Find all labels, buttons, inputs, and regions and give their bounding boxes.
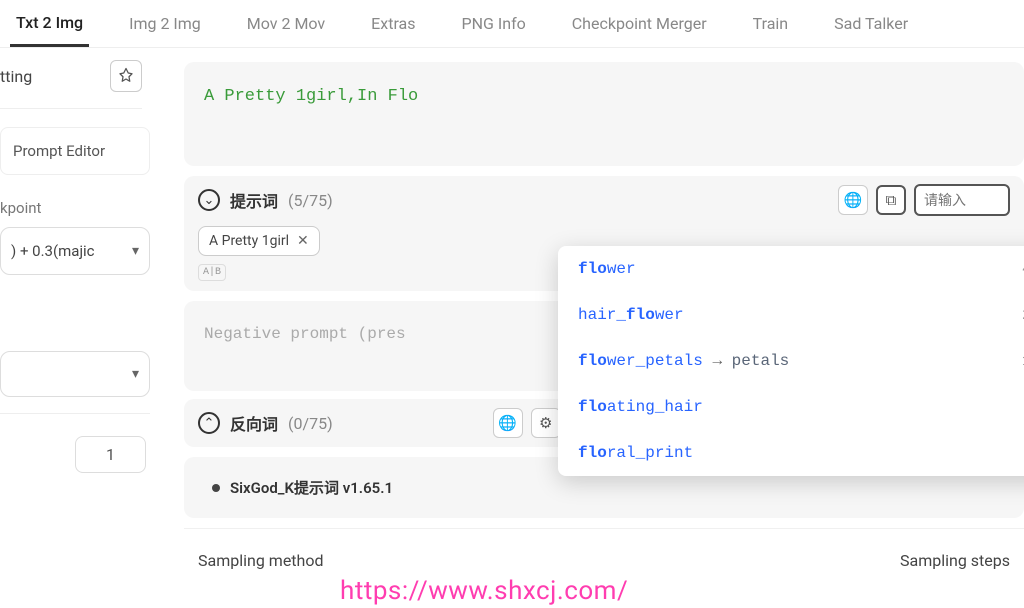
copy-icon[interactable]: ⧉ [876, 185, 906, 215]
sidebar-collapse-select[interactable]: ▾ [0, 351, 150, 397]
prompt-section-label: 提示词 [230, 188, 278, 212]
keyword-input-1[interactable] [914, 184, 1010, 216]
sidebar-setting-label: tting [0, 67, 32, 86]
checkpoint-label: kpoint [0, 199, 150, 217]
tab-txt2img[interactable]: Txt 2 Img [10, 1, 89, 47]
autocomplete-item-2[interactable]: flower_petals → petals 108K [558, 338, 1024, 384]
chip-label: A Pretty 1girl [209, 233, 289, 249]
main-panel: A Pretty 1girl,In Flo ⌄ 提示词 (5/75) 🌐 ⧉ A… [150, 48, 1024, 608]
chevron-down-icon: ▾ [132, 366, 139, 382]
extension-title: SixGod_K提示词 v1.65.1 [230, 477, 393, 498]
chevron-down-icon: ▾ [132, 243, 139, 259]
checkpoint-value: ) + 0.3(majic [11, 242, 95, 260]
autocomplete-item-3[interactable]: floating_hair 93K [558, 384, 1024, 430]
prompt-editor-card[interactable]: Prompt Editor [0, 127, 150, 175]
tab-mov2mov[interactable]: Mov 2 Mov [241, 2, 331, 45]
negative-placeholder: Negative prompt (pres [204, 325, 406, 343]
tab-img2img[interactable]: Img 2 Img [123, 2, 207, 45]
tab-sadtalker[interactable]: Sad Talker [828, 2, 914, 45]
globe-icon[interactable]: 🌐 [838, 185, 868, 215]
autocomplete-item-0[interactable]: flower 491K [558, 246, 1024, 292]
autocomplete-item-4[interactable]: floral_print 70K [558, 430, 1024, 476]
tab-extras[interactable]: Extras [365, 2, 421, 45]
prompt-textarea[interactable]: A Pretty 1girl,In Flo [184, 62, 1024, 166]
pin-icon [117, 67, 135, 85]
prompt-count: (5/75) [288, 191, 333, 210]
sampling-row: Sampling method Sampling steps [184, 528, 1024, 570]
bullet-icon [212, 484, 220, 492]
tab-pnginfo[interactable]: PNG Info [456, 2, 532, 45]
watermark-text: https://www.shxcj.com/ [340, 576, 628, 606]
checkpoint-select[interactable]: ) + 0.3(majic ▾ [0, 227, 150, 275]
chip-remove-icon[interactable]: ✕ [297, 233, 309, 249]
autocomplete-item-1[interactable]: hair_flower 220K [558, 292, 1024, 338]
kbd-hint: A|B [198, 264, 226, 281]
tab-train[interactable]: Train [747, 2, 795, 45]
pin-button[interactable] [110, 60, 142, 92]
gear-icon[interactable]: ⚙ [531, 408, 561, 438]
sidebar: tting Prompt Editor kpoint ) + 0.3(majic… [0, 48, 150, 608]
sampling-method-label: Sampling method [198, 551, 324, 570]
sampling-steps-label: Sampling steps [900, 551, 1010, 570]
main-tabs: Txt 2 Img Img 2 Img Mov 2 Mov Extras PNG… [0, 0, 1024, 48]
negative-count: (0/75) [288, 414, 333, 433]
collapse-toggle[interactable]: ⌃ [198, 412, 220, 434]
collapse-toggle[interactable]: ⌄ [198, 189, 220, 211]
negative-section-label: 反向词 [230, 411, 278, 435]
prompt-text: A Pretty 1girl,In Flo [204, 87, 418, 106]
tab-checkpoint-merger[interactable]: Checkpoint Merger [566, 2, 713, 45]
globe-icon[interactable]: 🌐 [493, 408, 523, 438]
batch-count-button[interactable]: 1 [75, 436, 146, 473]
prompt-chip-1[interactable]: A Pretty 1girl ✕ [198, 226, 320, 256]
sidebar-batch-row: 1 [0, 413, 150, 495]
autocomplete-dropdown: flower 491K hair_flower 220K flower_peta… [558, 246, 1024, 476]
